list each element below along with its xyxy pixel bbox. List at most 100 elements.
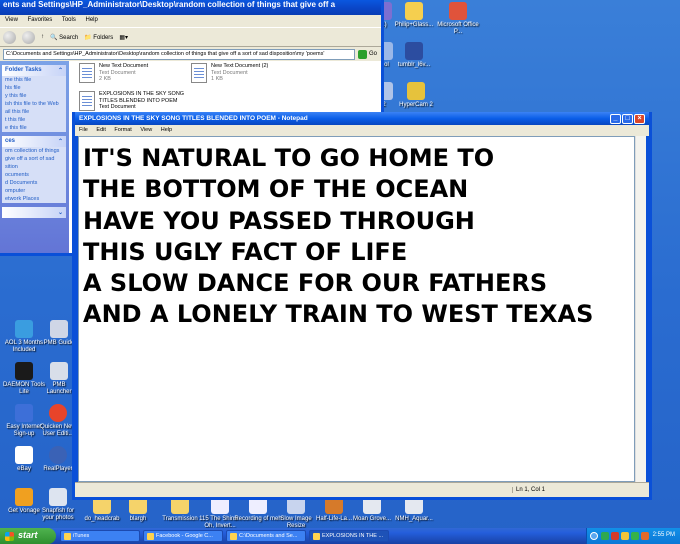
task-pane: Folder Tasks ⌃ me this file his file y th… — [0, 61, 69, 253]
place-item[interactable]: give off a sort of sad — [2, 155, 66, 163]
ebay-icon — [15, 446, 33, 464]
desktop-icon-quicken[interactable]: Quicken New User Editi... — [40, 404, 76, 438]
status-bar: Ln 1, Col 1 — [75, 482, 649, 497]
task-item[interactable]: ish this file to the Web — [2, 100, 66, 108]
maximize-button[interactable]: □ — [622, 113, 633, 124]
notepad-window[interactable]: EXPLOSIONS IN THE SKY SONG TITLES BLENDE… — [72, 112, 652, 500]
hypercam-icon — [407, 82, 425, 100]
task-item[interactable]: ail this file — [2, 108, 66, 116]
desktop-icon-moan-grove[interactable]: Moan Grove... — [348, 496, 396, 523]
taskbar-button-notepad[interactable]: EXPLOSIONS IN THE ... — [309, 530, 389, 542]
notepad-text-area[interactable]: IT'S NATURAL TO GO HOME TO THE BOTTOM OF… — [78, 136, 635, 482]
text-file-icon — [191, 63, 207, 83]
taskbar-button-explorer[interactable]: C:\Documents and Se... — [226, 530, 306, 542]
collapse-icon[interactable]: ⌃ — [58, 67, 63, 74]
place-item[interactable]: omputer — [2, 187, 66, 195]
volume-icon[interactable] — [621, 532, 629, 540]
realplayer-icon — [49, 446, 67, 464]
menu-help[interactable]: Help — [161, 127, 172, 133]
file-item-new-text-document-2[interactable]: New Text Document (2) Text Document 1 KB — [191, 63, 268, 83]
task-item[interactable]: his file — [2, 84, 66, 92]
notepad-titlebar[interactable]: EXPLOSIONS IN THE SKY SONG TITLES BLENDE… — [75, 112, 649, 125]
app-tray-icon[interactable] — [641, 532, 649, 540]
menu-view[interactable]: View — [5, 17, 18, 23]
details-header[interactable]: ⌄ — [2, 207, 66, 218]
vertical-scrollbar[interactable] — [635, 136, 646, 482]
show-hidden-icons-icon[interactable] — [590, 532, 598, 540]
folders-button[interactable]: 📁 Folders — [84, 34, 113, 41]
file-item-new-text-document[interactable]: New Text Document Text Document 2 KB — [79, 63, 148, 83]
image-icon — [405, 42, 423, 60]
task-item[interactable]: y this file — [2, 92, 66, 100]
desktop-icon-hypercam[interactable]: HyperCam 2 — [392, 82, 440, 109]
desktop-icon-realplayer[interactable]: RealPlayer — [40, 446, 76, 473]
explorer-titlebar[interactable]: ents and Settings\HP_Administrator\Deskt… — [0, 0, 381, 15]
menu-view[interactable]: View — [140, 127, 152, 133]
search-button[interactable]: 🔍 Search — [50, 34, 78, 41]
views-icon[interactable]: ▦▾ — [119, 34, 128, 41]
menu-favorites[interactable]: Favorites — [28, 17, 53, 23]
place-item[interactable]: ocuments — [2, 171, 66, 179]
place-item[interactable]: d Documents — [2, 179, 66, 187]
menu-tools[interactable]: Tools — [62, 17, 76, 23]
explorer-menubar: View Favorites Tools Help — [0, 15, 381, 27]
notepad-menubar: File Edit Format View Help — [75, 125, 649, 136]
text-file-icon — [79, 63, 95, 83]
desktop-icon-pmb-launcher[interactable]: PMB Launcher — [42, 362, 76, 396]
menu-file[interactable]: File — [79, 127, 88, 133]
collapse-icon[interactable]: ⌃ — [58, 138, 63, 145]
poem-line: IT'S NATURAL TO GO HOME TO — [83, 144, 495, 172]
music-folder-icon — [405, 2, 423, 20]
other-places-header[interactable]: ces ⌃ — [2, 136, 66, 147]
task-item[interactable]: me this file — [2, 76, 66, 84]
go-button[interactable]: Go — [357, 49, 377, 59]
desktop-icon-office[interactable]: Microsoft Office P... — [434, 2, 482, 36]
desktop-icon-philip-glass[interactable]: Philip+Glass... — [390, 2, 438, 29]
taskbar-button-facebook[interactable]: Facebook - Google C... — [143, 530, 223, 542]
forward-icon[interactable] — [22, 30, 35, 44]
place-item[interactable]: sition — [2, 163, 66, 171]
security-icon[interactable] — [611, 532, 619, 540]
go-arrow-icon — [357, 49, 367, 59]
desktop-icon-blargh[interactable]: blargh — [114, 496, 162, 523]
office-icon — [449, 2, 467, 20]
desktop-icon-pmb-guide[interactable]: PMB Guide — [42, 320, 76, 347]
text-file-icon — [79, 91, 95, 111]
menu-help[interactable]: Help — [86, 17, 98, 23]
details-panel: ⌄ — [2, 207, 66, 218]
taskbar: start iTunes Facebook - Google C... C:\D… — [0, 528, 680, 544]
back-icon[interactable] — [3, 30, 16, 44]
address-input[interactable]: C:\Documents and Settings\HP_Administrat… — [3, 48, 355, 60]
menu-format[interactable]: Format — [114, 127, 131, 133]
address-bar: C:\Documents and Settings\HP_Administrat… — [0, 47, 381, 61]
update-icon[interactable] — [631, 532, 639, 540]
task-item[interactable]: e this file — [2, 124, 66, 132]
network-icon[interactable] — [601, 532, 609, 540]
up-folder-icon[interactable]: ↑ — [41, 34, 44, 40]
clock[interactable]: 2:55 PM — [653, 532, 675, 538]
task-item[interactable]: t this file — [2, 116, 66, 124]
minimize-button[interactable]: _ — [610, 113, 621, 124]
file-item-explosions-poem[interactable]: EXPLOSIONS IN THE SKY SONG TITLES BLENDE… — [79, 91, 189, 111]
other-places-panel: ces ⌃ om collection of things give off a … — [2, 136, 66, 203]
easy-internet-icon — [15, 404, 33, 422]
poem-line: AND A LONELY TRAIN TO WEST TEXAS — [83, 300, 594, 329]
taskbar-button-itunes[interactable]: iTunes — [60, 530, 140, 542]
folder-tasks-panel: Folder Tasks ⌃ me this file his file y th… — [2, 65, 66, 132]
start-button[interactable]: start — [0, 528, 56, 544]
place-item[interactable]: etwork Places — [2, 195, 66, 203]
close-button[interactable]: × — [634, 113, 645, 124]
daemon-tools-icon — [15, 362, 33, 380]
cursor-position: Ln 1, Col 1 — [512, 487, 545, 493]
desktop-icon-tumblr[interactable]: tumblr_l6v... — [390, 42, 438, 69]
poem-line: HAVE YOU PASSED THROUGH — [83, 206, 475, 235]
place-item[interactable]: om collection of things — [2, 147, 66, 155]
folder-tasks-header[interactable]: Folder Tasks ⌃ — [2, 65, 66, 76]
desktop-icon-aol[interactable]: AOL 3 Months Included — [0, 320, 48, 354]
expand-icon[interactable]: ⌄ — [58, 209, 63, 216]
desktop-icon-daemon[interactable]: DAEMON Tools Lite — [0, 362, 48, 396]
aol-icon — [15, 320, 33, 338]
desktop-icon-nmh-aquarium[interactable]: NMH_Aquar... — [390, 496, 438, 523]
explorer-title: ents and Settings\HP_Administrator\Deskt… — [3, 0, 336, 9]
menu-edit[interactable]: Edit — [96, 127, 105, 133]
